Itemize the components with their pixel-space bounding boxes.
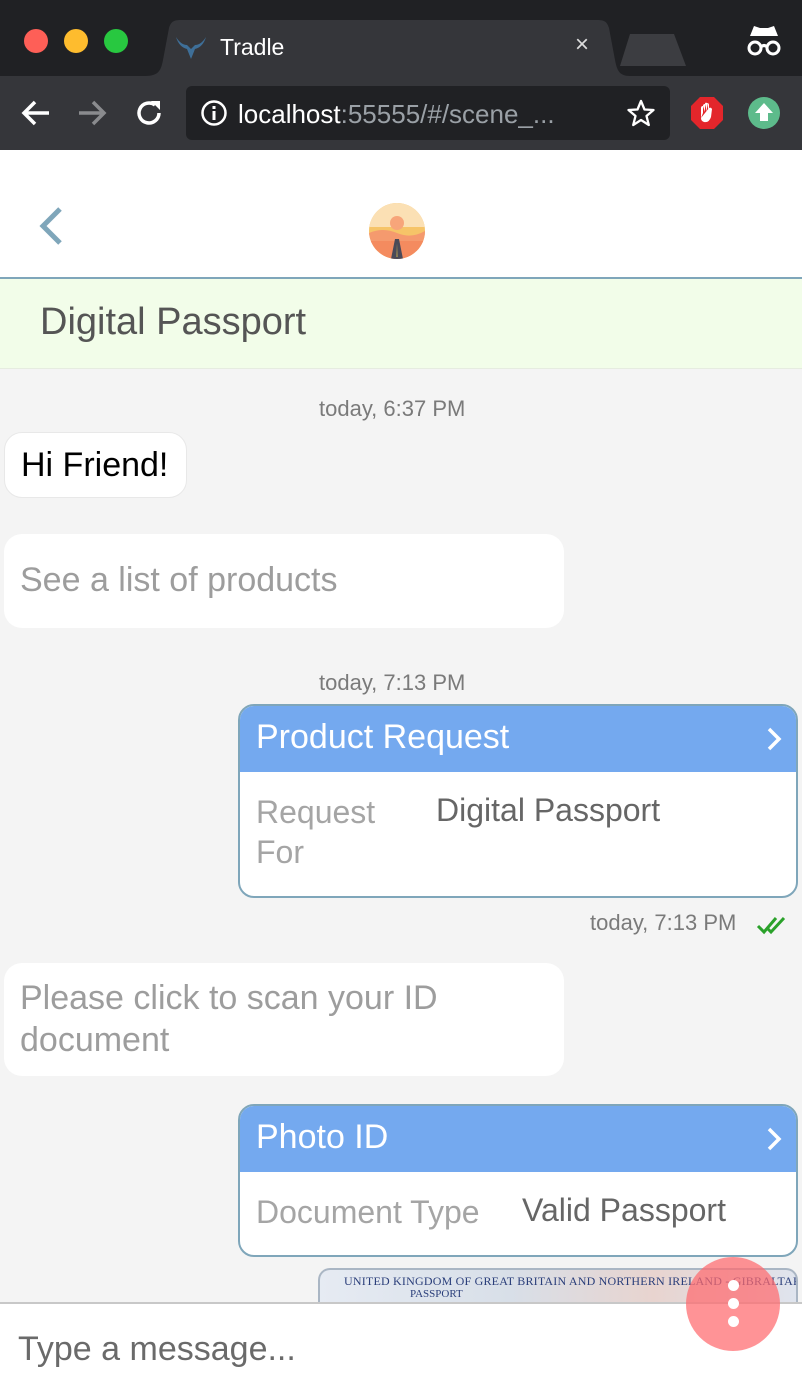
tradle-bull-icon (176, 37, 206, 59)
url-path: :55555/#/scene_... (340, 99, 555, 129)
address-bar[interactable]: localhost:55555/#/scene_... (186, 86, 670, 140)
arrow-right-icon (79, 100, 107, 126)
message-timestamp: today, 7:13 PM (319, 670, 466, 695)
url-text: localhost:55555/#/scene_... (238, 99, 555, 130)
info-icon[interactable] (200, 99, 228, 127)
incoming-message: Hi Friend! (4, 432, 187, 498)
scan-id-prompt[interactable]: Please click to scan your ID document (4, 963, 564, 1076)
product-banner: Digital Passport (0, 279, 802, 369)
tab-close-icon[interactable]: × (575, 33, 589, 57)
tab-shape (145, 20, 630, 76)
field-label: Document Type (256, 1194, 480, 1230)
field-value: Digital Passport (436, 792, 661, 828)
forward-button[interactable] (74, 95, 110, 131)
chevron-left-icon[interactable] (36, 205, 66, 247)
new-tab-button[interactable] (620, 34, 686, 66)
browser-titlebar: Tradle × (0, 0, 802, 76)
more-actions-button[interactable] (686, 1257, 780, 1351)
window-zoom-button[interactable] (104, 29, 128, 53)
chevron-right-icon (767, 727, 782, 751)
app-header (0, 150, 802, 279)
message-text-line1: Please click to scan your ID (20, 979, 438, 1017)
message-input[interactable] (18, 1324, 658, 1374)
delivered-double-check-icon (756, 916, 786, 935)
message-text: See a list of products (20, 561, 338, 599)
field-label: For (256, 834, 304, 870)
menu-dot-icon (728, 1316, 739, 1327)
card-title: Product Request (256, 718, 510, 756)
message-timestamp: today, 7:13 PM (590, 910, 737, 935)
product-request-card[interactable]: Product Request Request For Digital Pass… (238, 704, 798, 898)
products-list-link[interactable]: See a list of products (4, 534, 564, 628)
update-extension-icon[interactable] (747, 96, 781, 130)
window-minimize-button[interactable] (64, 29, 88, 53)
card-header: Product Request (240, 706, 796, 772)
tab-title: Tradle (220, 34, 285, 60)
photo-id-card[interactable]: Photo ID Document Type Valid Passport (238, 1104, 798, 1257)
message-text-line2: document (20, 1021, 170, 1059)
field-value: Valid Passport (522, 1192, 726, 1228)
card-header: Photo ID (240, 1106, 796, 1172)
sunset-road-avatar[interactable] (369, 203, 425, 259)
card-title: Photo ID (256, 1118, 389, 1156)
message-timestamp: today, 6:37 PM (319, 396, 466, 421)
url-host: localhost (238, 99, 341, 129)
arrow-left-icon (21, 100, 49, 126)
message-composer (0, 1302, 802, 1394)
back-button[interactable] (18, 95, 54, 131)
window-close-button[interactable] (24, 29, 48, 53)
browser-tab-active[interactable]: Tradle × (145, 20, 630, 76)
field-label: Request (256, 794, 376, 830)
message-text: Hi Friend! (21, 446, 169, 484)
browser-toolbar: localhost:55555/#/scene_... (0, 76, 802, 150)
reload-button[interactable] (131, 95, 167, 131)
menu-dot-icon (728, 1298, 739, 1309)
passport-sub-text: PASSPORT (410, 1288, 463, 1300)
bookmark-star-icon[interactable] (626, 98, 656, 128)
chevron-right-icon (767, 1127, 782, 1151)
adblock-extension-icon[interactable] (690, 96, 724, 130)
incognito-icon (747, 26, 781, 56)
menu-dot-icon (728, 1280, 739, 1291)
banner-title: Digital Passport (40, 301, 307, 343)
reload-icon (137, 101, 161, 125)
